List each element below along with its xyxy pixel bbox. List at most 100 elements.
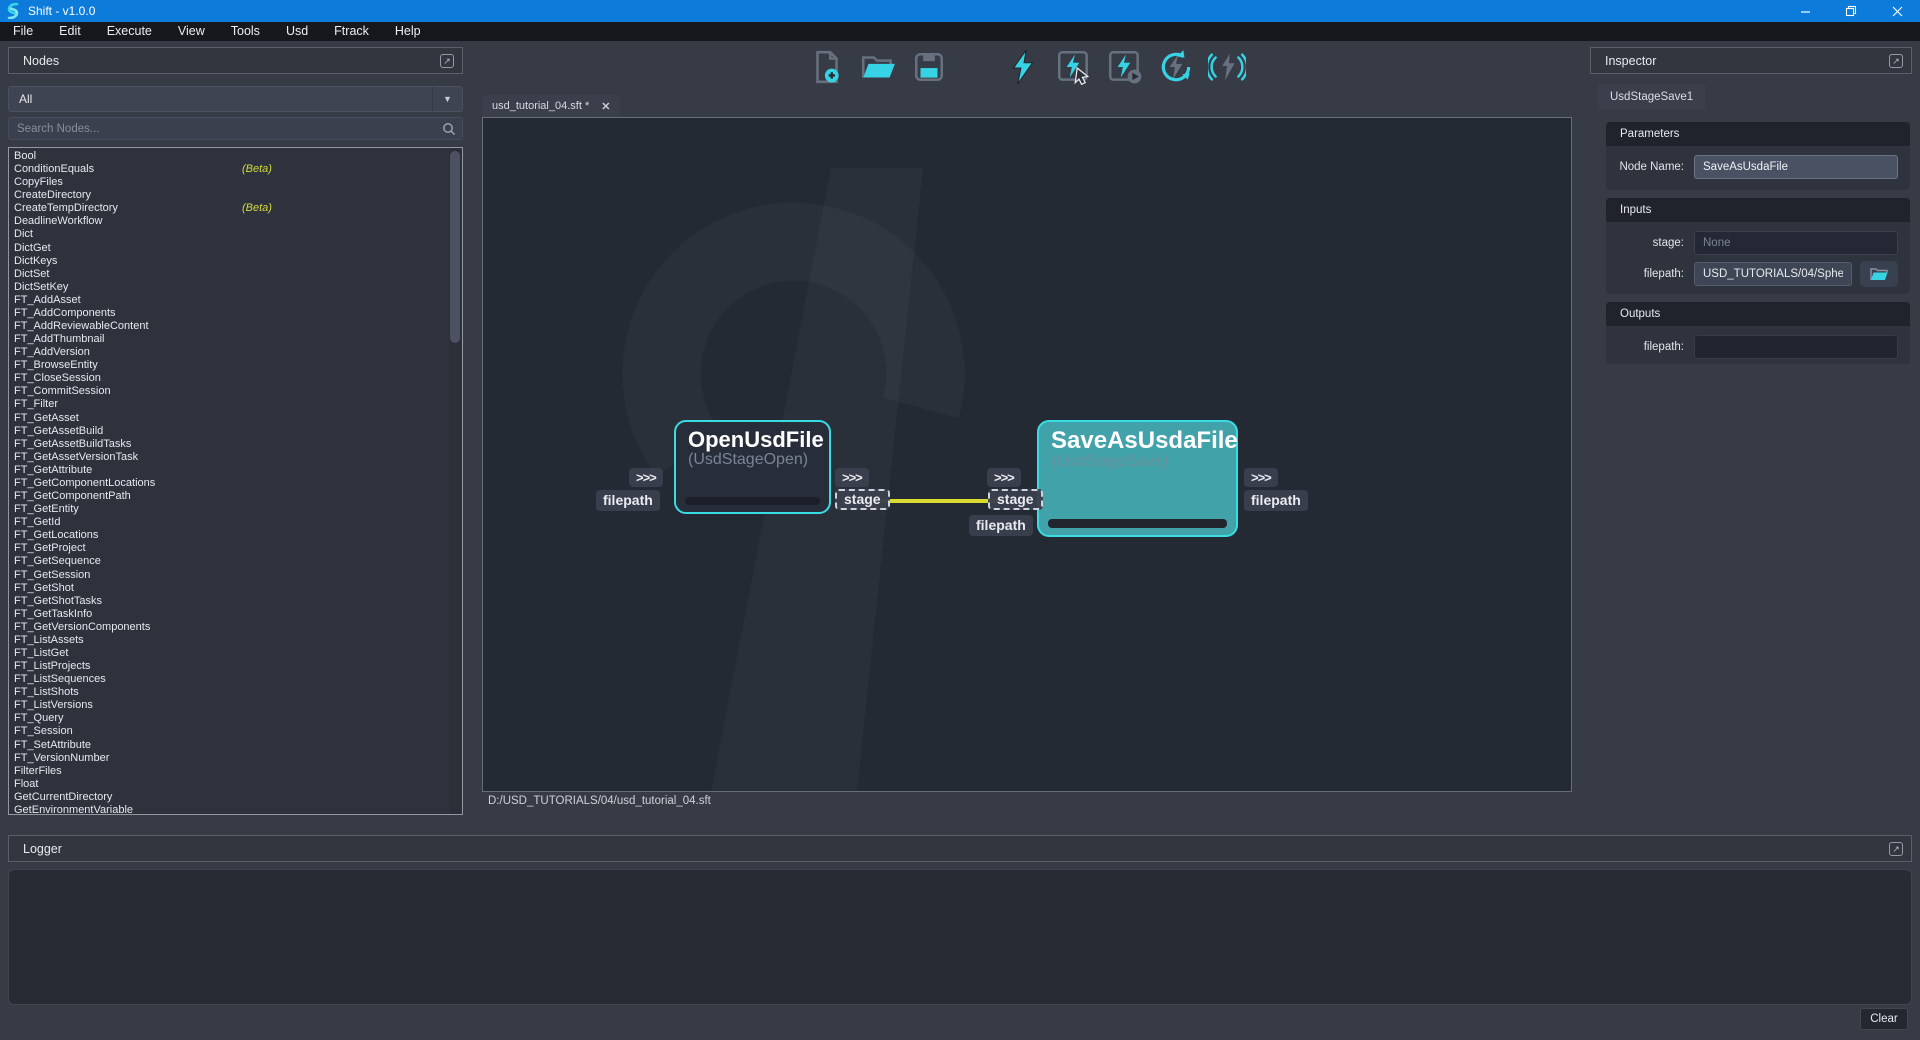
execute-selected-button[interactable] xyxy=(1055,47,1093,87)
list-item[interactable]: FT_ListAssets xyxy=(14,634,448,647)
list-item[interactable]: FT_Session xyxy=(14,725,448,738)
list-item[interactable]: DictGet xyxy=(14,242,448,255)
new-file-button[interactable] xyxy=(808,47,846,87)
list-item[interactable]: Float xyxy=(14,778,448,791)
output-filepath-field[interactable] xyxy=(1694,335,1898,359)
scrollbar-thumb[interactable] xyxy=(450,151,460,343)
menu-item[interactable]: View xyxy=(165,22,218,41)
scrollbar-track[interactable] xyxy=(449,149,461,815)
port-in-filepath[interactable]: filepath xyxy=(596,490,660,511)
port-out-stage[interactable]: stage xyxy=(835,489,890,510)
list-item[interactable]: FT_Query xyxy=(14,712,448,725)
list-item[interactable]: GetEnvironmentVariable xyxy=(14,804,448,815)
save-file-button[interactable] xyxy=(910,47,948,87)
graph-tab[interactable]: usd_tutorial_04.sft * ✕ xyxy=(482,95,620,117)
minimize-button[interactable] xyxy=(1782,0,1828,22)
list-item[interactable]: FT_GetEntity xyxy=(14,503,448,516)
list-item[interactable]: FT_SetAttribute xyxy=(14,739,448,752)
list-item[interactable]: FT_AddAsset xyxy=(14,294,448,307)
list-item[interactable]: FT_GetProject xyxy=(14,542,448,555)
stage-field[interactable] xyxy=(1694,231,1898,255)
list-item[interactable]: ConditionEquals (Beta) xyxy=(14,163,448,176)
list-item[interactable]: FT_GetSession xyxy=(14,569,448,582)
list-item[interactable]: FT_BrowseEntity xyxy=(14,359,448,372)
menu-item[interactable]: File xyxy=(0,22,46,41)
open-file-button[interactable] xyxy=(859,47,897,87)
list-item[interactable]: FT_GetComponentPath xyxy=(14,490,448,503)
restore-button[interactable] xyxy=(1828,0,1874,22)
menu-item[interactable]: Usd xyxy=(273,22,321,41)
list-item[interactable]: DeadlineWorkflow xyxy=(14,215,448,228)
list-item[interactable]: FT_AddVersion xyxy=(14,346,448,359)
list-item[interactable]: FT_GetAssetBuildTasks xyxy=(14,438,448,451)
inspector-node-tab[interactable]: UsdStageSave1 xyxy=(1598,84,1705,109)
browse-button[interactable] xyxy=(1860,261,1898,287)
list-item[interactable]: FilterFiles xyxy=(14,765,448,778)
list-item[interactable]: FT_ListProjects xyxy=(14,660,448,673)
list-item[interactable]: FT_GetId xyxy=(14,516,448,529)
undock-icon[interactable]: ↗ xyxy=(1889,842,1903,856)
list-item[interactable]: CopyFiles xyxy=(14,176,448,189)
list-item[interactable]: FT_ListGet xyxy=(14,647,448,660)
port-in-flow[interactable]: >>> xyxy=(987,468,1021,487)
list-item[interactable]: FT_GetAttribute xyxy=(14,464,448,477)
port-in-stage[interactable]: stage xyxy=(988,489,1043,510)
list-item[interactable]: Dict xyxy=(14,228,448,241)
connection-wire-stage[interactable] xyxy=(875,499,1001,503)
list-item[interactable]: FT_GetAsset xyxy=(14,412,448,425)
list-item[interactable]: DictKeys xyxy=(14,255,448,268)
node-name-field[interactable] xyxy=(1694,155,1898,179)
undock-icon[interactable]: ↗ xyxy=(440,54,454,68)
graph-node-saveasusdafile[interactable]: SaveAsUsdaFile (UsdStageSave) xyxy=(1037,420,1238,537)
list-item[interactable]: DictSetKey xyxy=(14,281,448,294)
list-item[interactable]: FT_GetShot xyxy=(14,582,448,595)
search-input[interactable] xyxy=(9,123,436,135)
logger-output-area[interactable] xyxy=(8,869,1912,1005)
list-item[interactable]: FT_CloseSession xyxy=(14,372,448,385)
port-out-flow[interactable]: >>> xyxy=(835,468,869,487)
list-item[interactable]: FT_VersionNumber xyxy=(14,752,448,765)
list-item[interactable]: FT_GetVersionComponents xyxy=(14,621,448,634)
list-item[interactable]: FT_GetLocations xyxy=(14,529,448,542)
list-item[interactable]: FT_GetComponentLocations xyxy=(14,477,448,490)
list-item[interactable]: CreateTempDirectory (Beta) xyxy=(14,202,448,215)
undock-icon[interactable]: ↗ xyxy=(1889,54,1903,68)
menu-item[interactable]: Edit xyxy=(46,22,94,41)
list-item[interactable]: FT_ListVersions xyxy=(14,699,448,712)
list-item[interactable]: FT_ListSequences xyxy=(14,673,448,686)
node-filter-dropdown[interactable]: All ▼ xyxy=(8,86,463,112)
list-item[interactable]: FT_ListShots xyxy=(14,686,448,699)
node-graph-canvas[interactable]: OpenUsdFile (UsdStageOpen) >>> filepath … xyxy=(482,117,1572,792)
list-item[interactable]: Bool xyxy=(14,150,448,163)
menu-item[interactable]: Help xyxy=(382,22,434,41)
port-in-flow[interactable]: >>> xyxy=(629,468,663,487)
list-item[interactable]: FT_GetAssetVersionTask xyxy=(14,451,448,464)
clear-logger-button[interactable]: Clear xyxy=(1860,1008,1908,1030)
list-item[interactable]: FT_AddReviewableContent xyxy=(14,320,448,333)
refresh-execute-button[interactable] xyxy=(1157,47,1195,87)
port-out-flow[interactable]: >>> xyxy=(1244,468,1278,487)
graph-node-openusdfile[interactable]: OpenUsdFile (UsdStageOpen) xyxy=(674,420,831,514)
list-item[interactable]: FT_GetSequence xyxy=(14,555,448,568)
menu-item[interactable]: Ftrack xyxy=(321,22,382,41)
port-out-filepath[interactable]: filepath xyxy=(1244,490,1308,511)
list-item[interactable]: FT_GetTaskInfo xyxy=(14,608,448,621)
list-item[interactable]: GetCurrentDirectory xyxy=(14,791,448,804)
list-item[interactable]: DictSet xyxy=(14,268,448,281)
menu-item[interactable]: Tools xyxy=(218,22,273,41)
list-item[interactable]: FT_GetShotTasks xyxy=(14,595,448,608)
execute-graph-button[interactable] xyxy=(1004,47,1042,87)
list-item[interactable]: FT_GetAssetBuild xyxy=(14,425,448,438)
close-button[interactable] xyxy=(1874,0,1920,22)
list-item[interactable]: CreateDirectory xyxy=(14,189,448,202)
list-item[interactable]: FT_CommitSession xyxy=(14,385,448,398)
list-item[interactable]: FT_AddThumbnail xyxy=(14,333,448,346)
list-item[interactable]: FT_Filter xyxy=(14,398,448,411)
execute-from-node-button[interactable] xyxy=(1106,47,1144,87)
list-item[interactable]: FT_AddComponents xyxy=(14,307,448,320)
filepath-field[interactable] xyxy=(1694,262,1852,286)
live-execute-button[interactable] xyxy=(1208,47,1246,87)
port-in-filepath[interactable]: filepath xyxy=(969,515,1033,536)
menu-item[interactable]: Execute xyxy=(94,22,165,41)
tab-close-icon[interactable]: ✕ xyxy=(601,100,610,113)
